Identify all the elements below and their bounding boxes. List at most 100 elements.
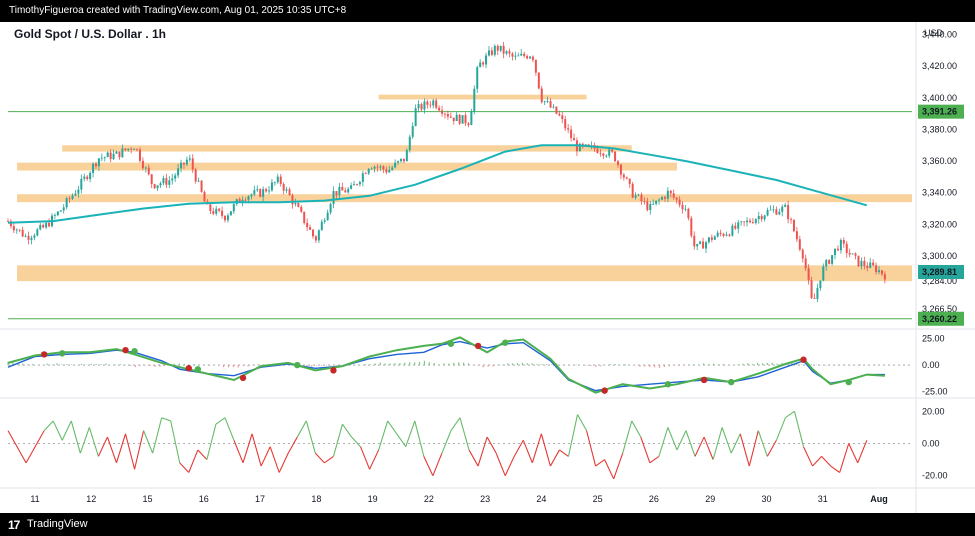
date-tick-label: 29 [705,494,715,504]
oscillator2-line-segment [405,420,416,447]
candle-body [127,148,130,151]
candle-body [215,208,218,214]
candle-body [303,211,306,224]
candle-body [863,260,866,266]
candle-body [699,241,702,244]
candle-body [734,225,737,229]
candle-body [159,183,162,186]
candle-body [109,152,112,160]
candle-body [473,88,476,112]
oscillator2-line-segment [667,427,678,451]
candle-body [660,197,663,200]
candle-body [637,194,640,196]
price-tick-label: 3,300.00 [922,251,957,261]
candle-body [531,56,534,60]
oscillator2-line-segment [423,456,434,476]
candle-body [83,176,86,179]
candle-body [314,236,317,241]
date-tick-label: 17 [255,494,265,504]
candle-body [147,167,150,175]
candle-body [153,184,156,189]
oscillator2-line-segment [486,436,497,454]
candle-body [646,201,649,211]
oscillator-main-line [7,340,885,392]
oscillator2-line-segment [468,449,479,467]
oscillator2-line-segment [613,452,624,480]
oscillator2-line-segment [631,420,642,438]
candle-body [385,169,388,173]
candle-body [364,173,367,175]
candle-body [787,204,790,220]
chart-canvas[interactable]: Gold Spot / U.S. Dollar . 1h USD3,440.003… [0,22,975,513]
oscillator2-line-segment [88,427,99,457]
candle-body [180,162,183,169]
candle-body [268,190,271,192]
candle-body [65,198,68,208]
date-tick-label: 19 [368,494,378,504]
oscillator2-line-segment [414,420,425,457]
candle-body [455,114,458,122]
crossover-dot [122,346,129,354]
candle-body [663,197,666,199]
candle-body [834,248,837,256]
oscillator2-line-segment [206,424,217,460]
candle-body [438,107,441,111]
candle-body [634,195,637,198]
candle-body [247,196,250,200]
candle-body [866,265,869,268]
oscillator2-line-segment [775,417,786,441]
candle-body [165,178,168,185]
candle-body [358,181,361,185]
candle-body [854,253,857,256]
candle-body [417,104,420,109]
candle-body [514,55,517,57]
crossover-dot [185,365,192,372]
candle-body [48,222,51,227]
oscillator2-line-segment [161,417,171,422]
candle-body [564,119,567,129]
candle-body [763,215,766,220]
candle-body [361,173,364,182]
candle-body [848,253,851,255]
crossover-dot [447,340,455,347]
candle-body [21,229,24,237]
oscillator2-line-segment [703,436,714,460]
candle-body [748,220,751,223]
oscillator2-tick-label: -20.00 [922,471,948,481]
candle-body [669,190,672,194]
candle-body [502,45,505,54]
candle-body [496,45,499,51]
candle-body [719,232,722,234]
brand-name[interactable]: TradingView [27,518,88,530]
candle-body [605,155,608,157]
crossover-dot [601,387,608,394]
chart-title: Gold Spot / U.S. Dollar . 1h [14,27,166,41]
date-tick-label: 15 [143,494,153,504]
candle-body [693,235,696,247]
date-tick-label: Aug [870,494,888,504]
oscillator2-line-segment [143,430,154,454]
candle-body [397,161,400,163]
candle-body [92,163,95,173]
candle-body [643,201,646,202]
candle-body [182,162,185,165]
candle-body [432,100,435,106]
candle-body [282,184,285,191]
candle-body [549,101,552,108]
chart-frame[interactable]: Gold Spot / U.S. Dollar . 1h USD 3,440.00 3… [0,22,975,513]
candle-body [790,219,793,221]
candle-body [702,241,705,249]
candle-body [45,222,48,228]
moving-average-line [7,144,868,224]
oscillator2-line-segment [305,420,316,454]
oscillator2-tick-label: 20.00 [922,406,945,416]
candle-body [224,215,227,221]
candle-body [487,50,490,56]
candle-body [467,123,470,126]
tradingview-logo-icon[interactable]: 17 [8,518,20,532]
candle-body [561,115,564,120]
crossover-dot [474,342,482,350]
crossover-dot [330,367,337,374]
candle-body [191,158,194,170]
candle-body [675,197,678,200]
